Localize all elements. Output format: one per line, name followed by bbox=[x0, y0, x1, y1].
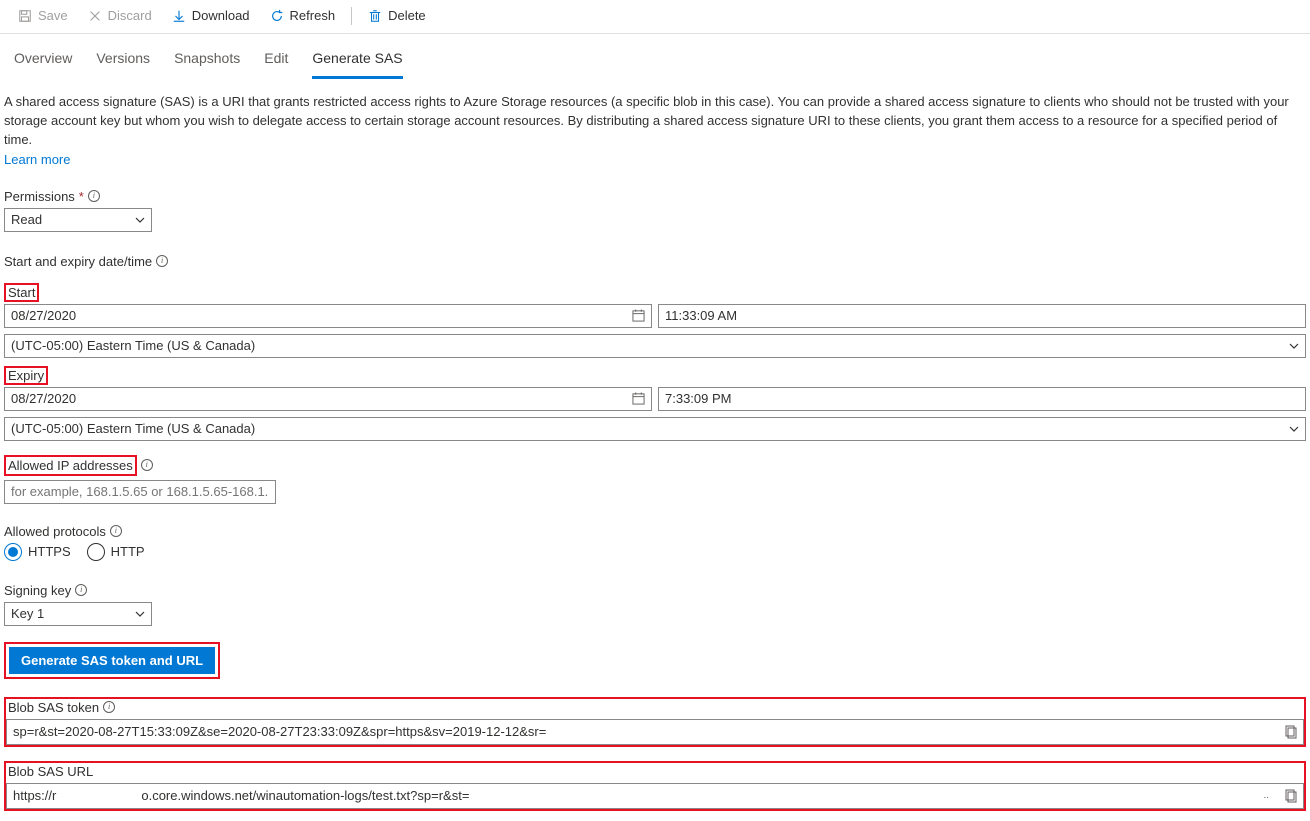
content: A shared access signature (SAS) is a URI… bbox=[0, 79, 1310, 821]
required-asterisk: * bbox=[79, 189, 84, 204]
delete-icon bbox=[368, 9, 382, 23]
chevron-down-icon bbox=[1289, 341, 1299, 351]
sas-token-label-row: Blob SAS token i bbox=[6, 699, 1304, 715]
generate-sas-button[interactable]: Generate SAS token and URL bbox=[9, 647, 215, 674]
discard-icon bbox=[88, 9, 102, 23]
allowed-ip-label: Allowed IP addresses bbox=[4, 455, 137, 476]
sas-url-section: Blob SAS URL https://ro.core.windows.net… bbox=[4, 761, 1306, 811]
signing-key-label: Signing key i bbox=[4, 583, 1306, 598]
info-icon[interactable]: i bbox=[75, 584, 87, 596]
sas-token-output[interactable]: sp=r&st=2020-08-27T15:33:09Z&se=2020-08-… bbox=[6, 719, 1304, 745]
ellipsis: .. bbox=[1263, 790, 1269, 801]
radio-https[interactable]: HTTPS bbox=[4, 543, 71, 561]
chevron-down-icon bbox=[1289, 424, 1299, 434]
discard-button[interactable]: Discard bbox=[78, 4, 162, 27]
sas-url-label: Blob SAS URL bbox=[6, 763, 1304, 779]
copy-icon[interactable] bbox=[1283, 789, 1297, 803]
permissions-field: Permissions * i Read bbox=[4, 189, 1306, 232]
info-icon[interactable]: i bbox=[103, 701, 115, 713]
allowed-ip-input[interactable] bbox=[4, 480, 276, 504]
refresh-icon bbox=[270, 9, 284, 23]
permissions-select[interactable]: Read bbox=[4, 208, 152, 232]
http-label: HTTP bbox=[111, 544, 145, 559]
copy-icon[interactable] bbox=[1283, 725, 1297, 739]
delete-label: Delete bbox=[388, 8, 426, 23]
start-timezone-select[interactable]: (UTC-05:00) Eastern Time (US & Canada) bbox=[4, 334, 1306, 358]
expiry-timezone-value: (UTC-05:00) Eastern Time (US & Canada) bbox=[11, 421, 255, 436]
expiry-date-input[interactable]: 08/27/2020 bbox=[4, 387, 652, 411]
start-date-input[interactable]: 08/27/2020 bbox=[4, 304, 652, 328]
signing-key-field: Signing key i Key 1 bbox=[4, 583, 1306, 626]
learn-more-link[interactable]: Learn more bbox=[4, 152, 70, 167]
permissions-value: Read bbox=[11, 212, 42, 227]
generate-button-highlight: Generate SAS token and URL bbox=[4, 642, 220, 679]
tab-overview[interactable]: Overview bbox=[14, 46, 72, 79]
save-label: Save bbox=[38, 8, 68, 23]
download-icon bbox=[172, 9, 186, 23]
calendar-icon bbox=[632, 392, 645, 405]
signing-key-value: Key 1 bbox=[11, 606, 44, 621]
radio-http[interactable]: HTTP bbox=[87, 543, 145, 561]
allowed-ip-field: Allowed IP addresses i bbox=[4, 455, 1306, 504]
description-text: A shared access signature (SAS) is a URI… bbox=[4, 93, 1306, 150]
expiry-row: 08/27/2020 7:33:09 PM bbox=[4, 387, 1306, 411]
chevron-down-icon bbox=[135, 609, 145, 619]
chevron-down-icon bbox=[135, 215, 145, 225]
start-label: Start bbox=[4, 283, 39, 302]
download-label: Download bbox=[192, 8, 250, 23]
sas-url-value: https://ro.core.windows.net/winautomatio… bbox=[13, 788, 469, 803]
tab-edit[interactable]: Edit bbox=[264, 46, 288, 79]
info-icon[interactable]: i bbox=[110, 525, 122, 537]
save-icon bbox=[18, 9, 32, 23]
expiry-label: Expiry bbox=[4, 366, 48, 385]
save-button[interactable]: Save bbox=[8, 4, 78, 27]
refresh-button[interactable]: Refresh bbox=[260, 4, 346, 27]
sas-token-value: sp=r&st=2020-08-27T15:33:09Z&se=2020-08-… bbox=[13, 724, 546, 739]
protocols-radios: HTTPS HTTP bbox=[4, 543, 1306, 561]
radio-circle bbox=[87, 543, 105, 561]
permissions-label: Permissions * i bbox=[4, 189, 1306, 204]
discard-label: Discard bbox=[108, 8, 152, 23]
start-date-value: 08/27/2020 bbox=[11, 308, 76, 323]
info-icon[interactable]: i bbox=[88, 190, 100, 202]
protocols-label: Allowed protocols i bbox=[4, 524, 1306, 539]
tab-generate-sas[interactable]: Generate SAS bbox=[312, 46, 402, 79]
tabs: Overview Versions Snapshots Edit Generat… bbox=[0, 34, 1310, 79]
tab-snapshots[interactable]: Snapshots bbox=[174, 46, 240, 79]
start-time-input[interactable]: 11:33:09 AM bbox=[658, 304, 1306, 328]
protocols-field: Allowed protocols i HTTPS HTTP bbox=[4, 524, 1306, 561]
start-time-value: 11:33:09 AM bbox=[665, 308, 737, 323]
tab-versions[interactable]: Versions bbox=[96, 46, 150, 79]
expiry-timezone-select[interactable]: (UTC-05:00) Eastern Time (US & Canada) bbox=[4, 417, 1306, 441]
calendar-icon bbox=[632, 309, 645, 322]
toolbar: Save Discard Download Refresh Delete bbox=[0, 0, 1310, 34]
delete-button[interactable]: Delete bbox=[358, 4, 436, 27]
expiry-time-input[interactable]: 7:33:09 PM bbox=[658, 387, 1306, 411]
signing-key-select[interactable]: Key 1 bbox=[4, 602, 152, 626]
toolbar-separator bbox=[351, 7, 352, 25]
expiry-date-value: 08/27/2020 bbox=[11, 391, 76, 406]
allowed-ip-label-row: Allowed IP addresses i bbox=[4, 455, 1306, 476]
radio-circle-checked bbox=[4, 543, 22, 561]
start-timezone-value: (UTC-05:00) Eastern Time (US & Canada) bbox=[11, 338, 255, 353]
expiry-time-value: 7:33:09 PM bbox=[665, 391, 732, 406]
https-label: HTTPS bbox=[28, 544, 71, 559]
sas-token-label: Blob SAS token bbox=[8, 700, 99, 715]
sas-url-output[interactable]: https://ro.core.windows.net/winautomatio… bbox=[6, 783, 1304, 809]
datetime-section: Start and expiry date/time i Start 08/27… bbox=[4, 254, 1306, 441]
info-icon[interactable]: i bbox=[141, 459, 153, 471]
info-icon[interactable]: i bbox=[156, 255, 168, 267]
sas-token-section: Blob SAS token i sp=r&st=2020-08-27T15:3… bbox=[4, 697, 1306, 747]
start-row: 08/27/2020 11:33:09 AM bbox=[4, 304, 1306, 328]
download-button[interactable]: Download bbox=[162, 4, 260, 27]
refresh-label: Refresh bbox=[290, 8, 336, 23]
datetime-label: Start and expiry date/time i bbox=[4, 254, 1306, 269]
